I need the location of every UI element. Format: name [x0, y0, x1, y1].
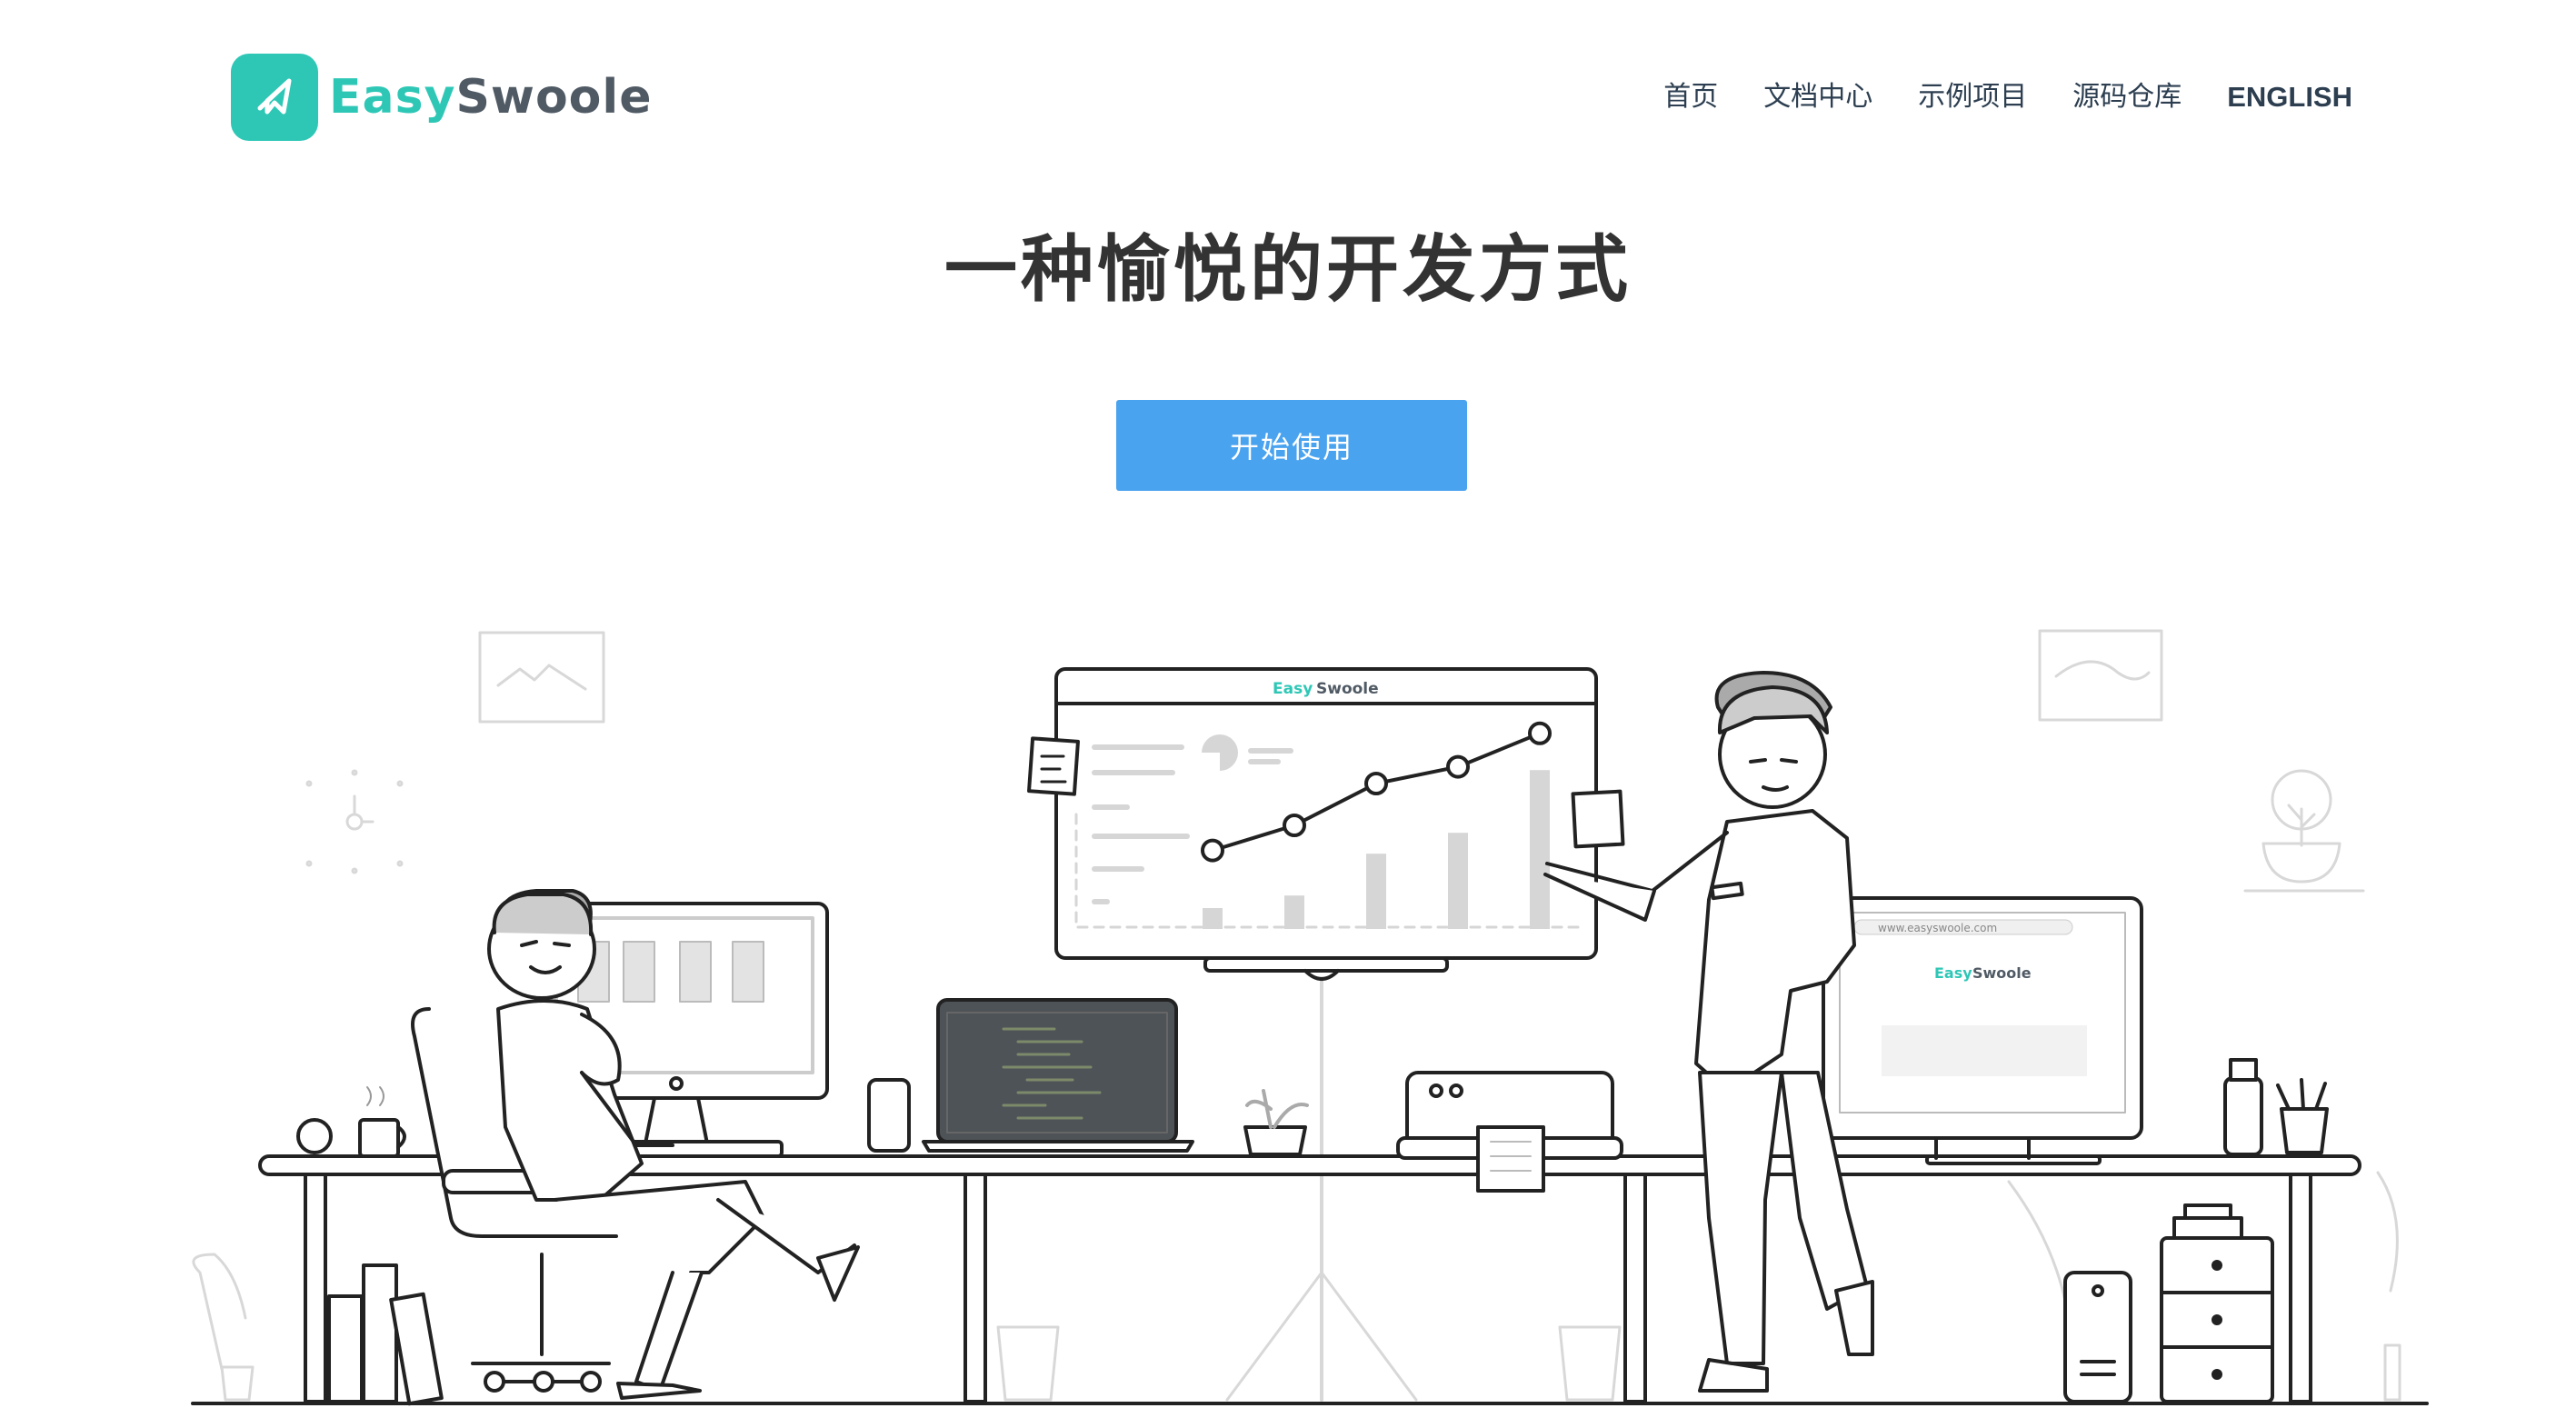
- vine-right: [2376, 1171, 2401, 1402]
- nav-english[interactable]: ENGLISH: [2227, 75, 2352, 120]
- paper-plane-icon: [231, 54, 318, 141]
- desk-mug: [358, 1086, 406, 1158]
- chart-bar: [1530, 770, 1550, 929]
- nav-docs[interactable]: 文档中心: [1763, 75, 1872, 120]
- logo[interactable]: EasySwoole: [231, 53, 653, 142]
- chart-bar: [1284, 895, 1304, 929]
- whiteboard-logo-easy: Easy: [1273, 680, 1313, 698]
- whiteboard-logo-swoole: Swoole: [1316, 680, 1379, 698]
- chart-point: [1283, 814, 1306, 837]
- plant-floor-left: [192, 1253, 247, 1371]
- chart-point: [1446, 754, 1470, 779]
- trash-bin-right: [1558, 1325, 1622, 1402]
- logo-wordmark: EasySwoole: [329, 70, 653, 125]
- logo-text-swoole: Swoole: [455, 70, 653, 125]
- filing-cabinet: [2160, 1203, 2274, 1403]
- logo-text-easy: Easy: [329, 70, 456, 125]
- chart-bar: [1448, 833, 1468, 929]
- laptop: [922, 998, 1194, 1153]
- books: [327, 1263, 444, 1406]
- monitor-logo-easy: Easy: [1934, 964, 1972, 982]
- desk-accessories: [2223, 1058, 2329, 1156]
- monitor-logo-swoole: Swoole: [1972, 964, 2032, 982]
- chart-bar: [1366, 854, 1386, 929]
- chart-bar: [1203, 908, 1223, 929]
- browser-url-text: www.easyswoole.com: [1878, 922, 1997, 934]
- desk-plant: [1243, 1089, 1309, 1156]
- chart-point: [1201, 838, 1224, 863]
- nav-examples[interactable]: 示例项目: [1918, 75, 2027, 120]
- nav-home[interactable]: 首页: [1663, 75, 1718, 120]
- hero-title: 一种愉悦的开发方式: [944, 227, 1632, 312]
- wall-picture-left: [478, 631, 605, 724]
- desk-figurine: [296, 1118, 333, 1154]
- wall-clock-decor: [305, 769, 404, 874]
- chart-point: [1364, 772, 1388, 795]
- chart-point: [1528, 721, 1552, 745]
- trash-bin-left: [996, 1325, 1060, 1402]
- whiteboard: Easy Swoole: [1027, 667, 1625, 981]
- nav-source[interactable]: 源码仓库: [2072, 75, 2182, 120]
- office-illustration: Easy Swoole www.easyswoole.com Easy Swoo…: [191, 629, 2429, 1406]
- get-started-button[interactable]: 开始使用: [1116, 400, 1467, 491]
- sticky-note-right: [1571, 789, 1625, 849]
- pc-tower: [2063, 1271, 2132, 1403]
- right-monitor: www.easyswoole.com Easy Swoole: [1822, 896, 2143, 1165]
- top-nav: 首页 文档中心 示例项目 源码仓库 ENGLISH: [1663, 75, 2352, 120]
- sticky-note-left: [1027, 736, 1080, 796]
- plant-right-wall: [2243, 769, 2365, 893]
- phone: [867, 1078, 911, 1153]
- site-header: EasySwoole 首页 文档中心 示例项目 源码仓库 ENGLISH: [0, 0, 2576, 195]
